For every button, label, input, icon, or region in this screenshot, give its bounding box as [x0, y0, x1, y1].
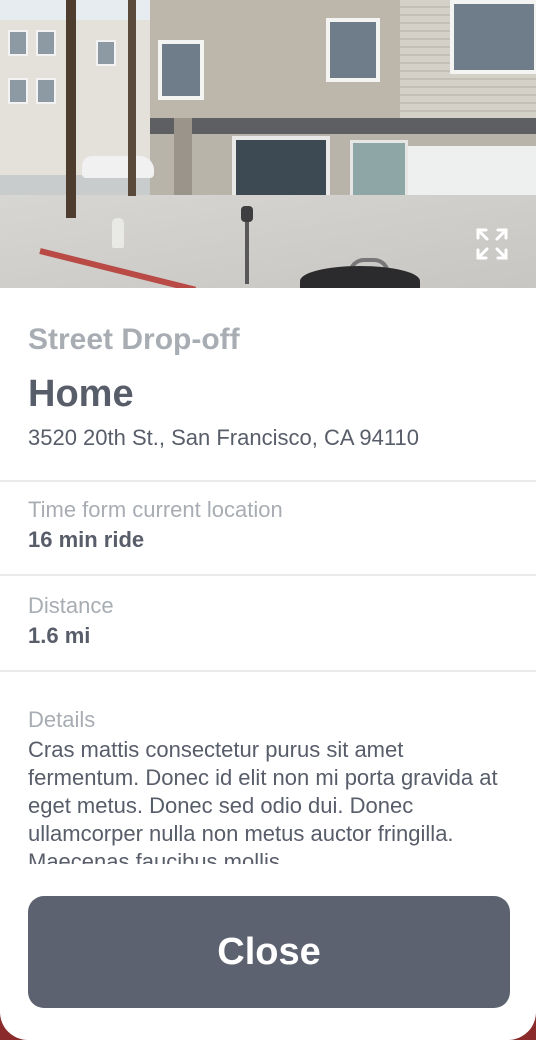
stat-value-time: 16 min ride [28, 527, 145, 552]
photo-utility-pole [66, 0, 76, 218]
place-address: 3520 20th St., San Francisco, CA 94110 [28, 425, 419, 450]
photo-window [158, 40, 204, 100]
photo-utility-pole [128, 0, 136, 196]
details-text: Cras mattis consectetur purus sit amet f… [28, 737, 498, 864]
close-button[interactable]: Close [28, 896, 510, 1008]
photo-sidewalk [0, 195, 536, 288]
photo-shadow [300, 266, 420, 288]
photo-pillar [174, 118, 192, 200]
photo-hydrant [112, 218, 124, 248]
expand-icon [476, 228, 508, 260]
expand-photo-button[interactable] [472, 224, 512, 264]
photo-window [8, 30, 28, 56]
photo-window [96, 40, 116, 66]
location-detail-sheet: Street Drop-off Home 3520 20th St., San … [0, 0, 536, 1040]
stat-label-time: Time form current location [28, 497, 283, 522]
street-view-photo [0, 0, 536, 288]
stat-label-distance: Distance [28, 593, 114, 618]
photo-window [36, 30, 56, 56]
photo-parking-meter-head [241, 206, 253, 222]
photo-window [8, 78, 28, 104]
photo-window [326, 18, 380, 82]
photo-window [450, 0, 536, 74]
photo-car [82, 156, 154, 178]
photo-facade-band [150, 118, 536, 134]
place-category: Street Drop-off [28, 323, 240, 356]
stat-value-distance: 1.6 mi [28, 623, 91, 648]
details-label: Details [28, 707, 96, 732]
place-name: Home [28, 373, 134, 415]
photo-window [36, 78, 56, 104]
